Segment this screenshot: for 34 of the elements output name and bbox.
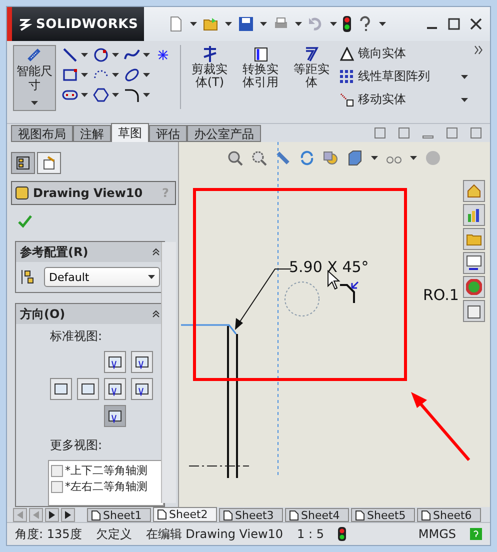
property-title: Drawing View10	[33, 186, 143, 200]
sheet-tab[interactable]: Sheet6	[417, 508, 481, 522]
section-title: 方向(O)	[20, 306, 66, 322]
scale-status: 1 : 5	[297, 527, 324, 541]
tab[interactable]: 视图布局	[11, 125, 73, 142]
editing-status: 在编辑 Drawing View10	[146, 526, 284, 542]
command-button[interactable]: 移动实体	[340, 91, 468, 108]
radius-label: RO.1	[423, 286, 459, 304]
sheet-tab[interactable]: Sheet1	[87, 508, 151, 522]
more-views-label: 更多视图:	[50, 437, 104, 454]
view-option[interactable]: *上下二等角轴测	[51, 463, 161, 478]
section-title: 参考配置(R)	[20, 244, 88, 260]
tab[interactable]: 评估	[149, 125, 187, 142]
tab[interactable]: 注解	[73, 125, 111, 142]
sheet-tab[interactable]: Sheet4	[285, 508, 349, 522]
command-button[interactable]: 剪裁实体(T)	[187, 45, 232, 89]
command-button[interactable]: 线性草图阵列	[340, 68, 468, 85]
standard-views-label: 标准视图:	[50, 328, 104, 345]
tab[interactable]: 草图	[111, 123, 149, 142]
view-option[interactable]: *左右二等角轴测	[51, 479, 161, 494]
definition-status: 欠定义	[96, 526, 132, 542]
configuration-dropdown[interactable]: Default	[44, 267, 160, 287]
logo-text: SOLIDWORKS	[36, 16, 138, 32]
command-button[interactable]: 等距实体	[289, 45, 334, 89]
sheet-tab[interactable]: Sheet3	[219, 508, 283, 522]
angle-status: 角度: 135度	[15, 526, 82, 542]
dimension-text: 5.90 X 45°	[289, 258, 369, 276]
command-button[interactable]: 镜向实体	[340, 45, 468, 62]
command-button[interactable]: 转换实体引用	[238, 45, 284, 89]
sheet-tab[interactable]: Sheet5	[351, 508, 415, 522]
tab[interactable]: 办公室产品	[187, 125, 261, 142]
smart-dimension-button[interactable]: 智能尺寸	[13, 45, 56, 111]
sheet-tab[interactable]: Sheet2	[153, 507, 217, 522]
units-status[interactable]: MMGS	[418, 527, 456, 541]
